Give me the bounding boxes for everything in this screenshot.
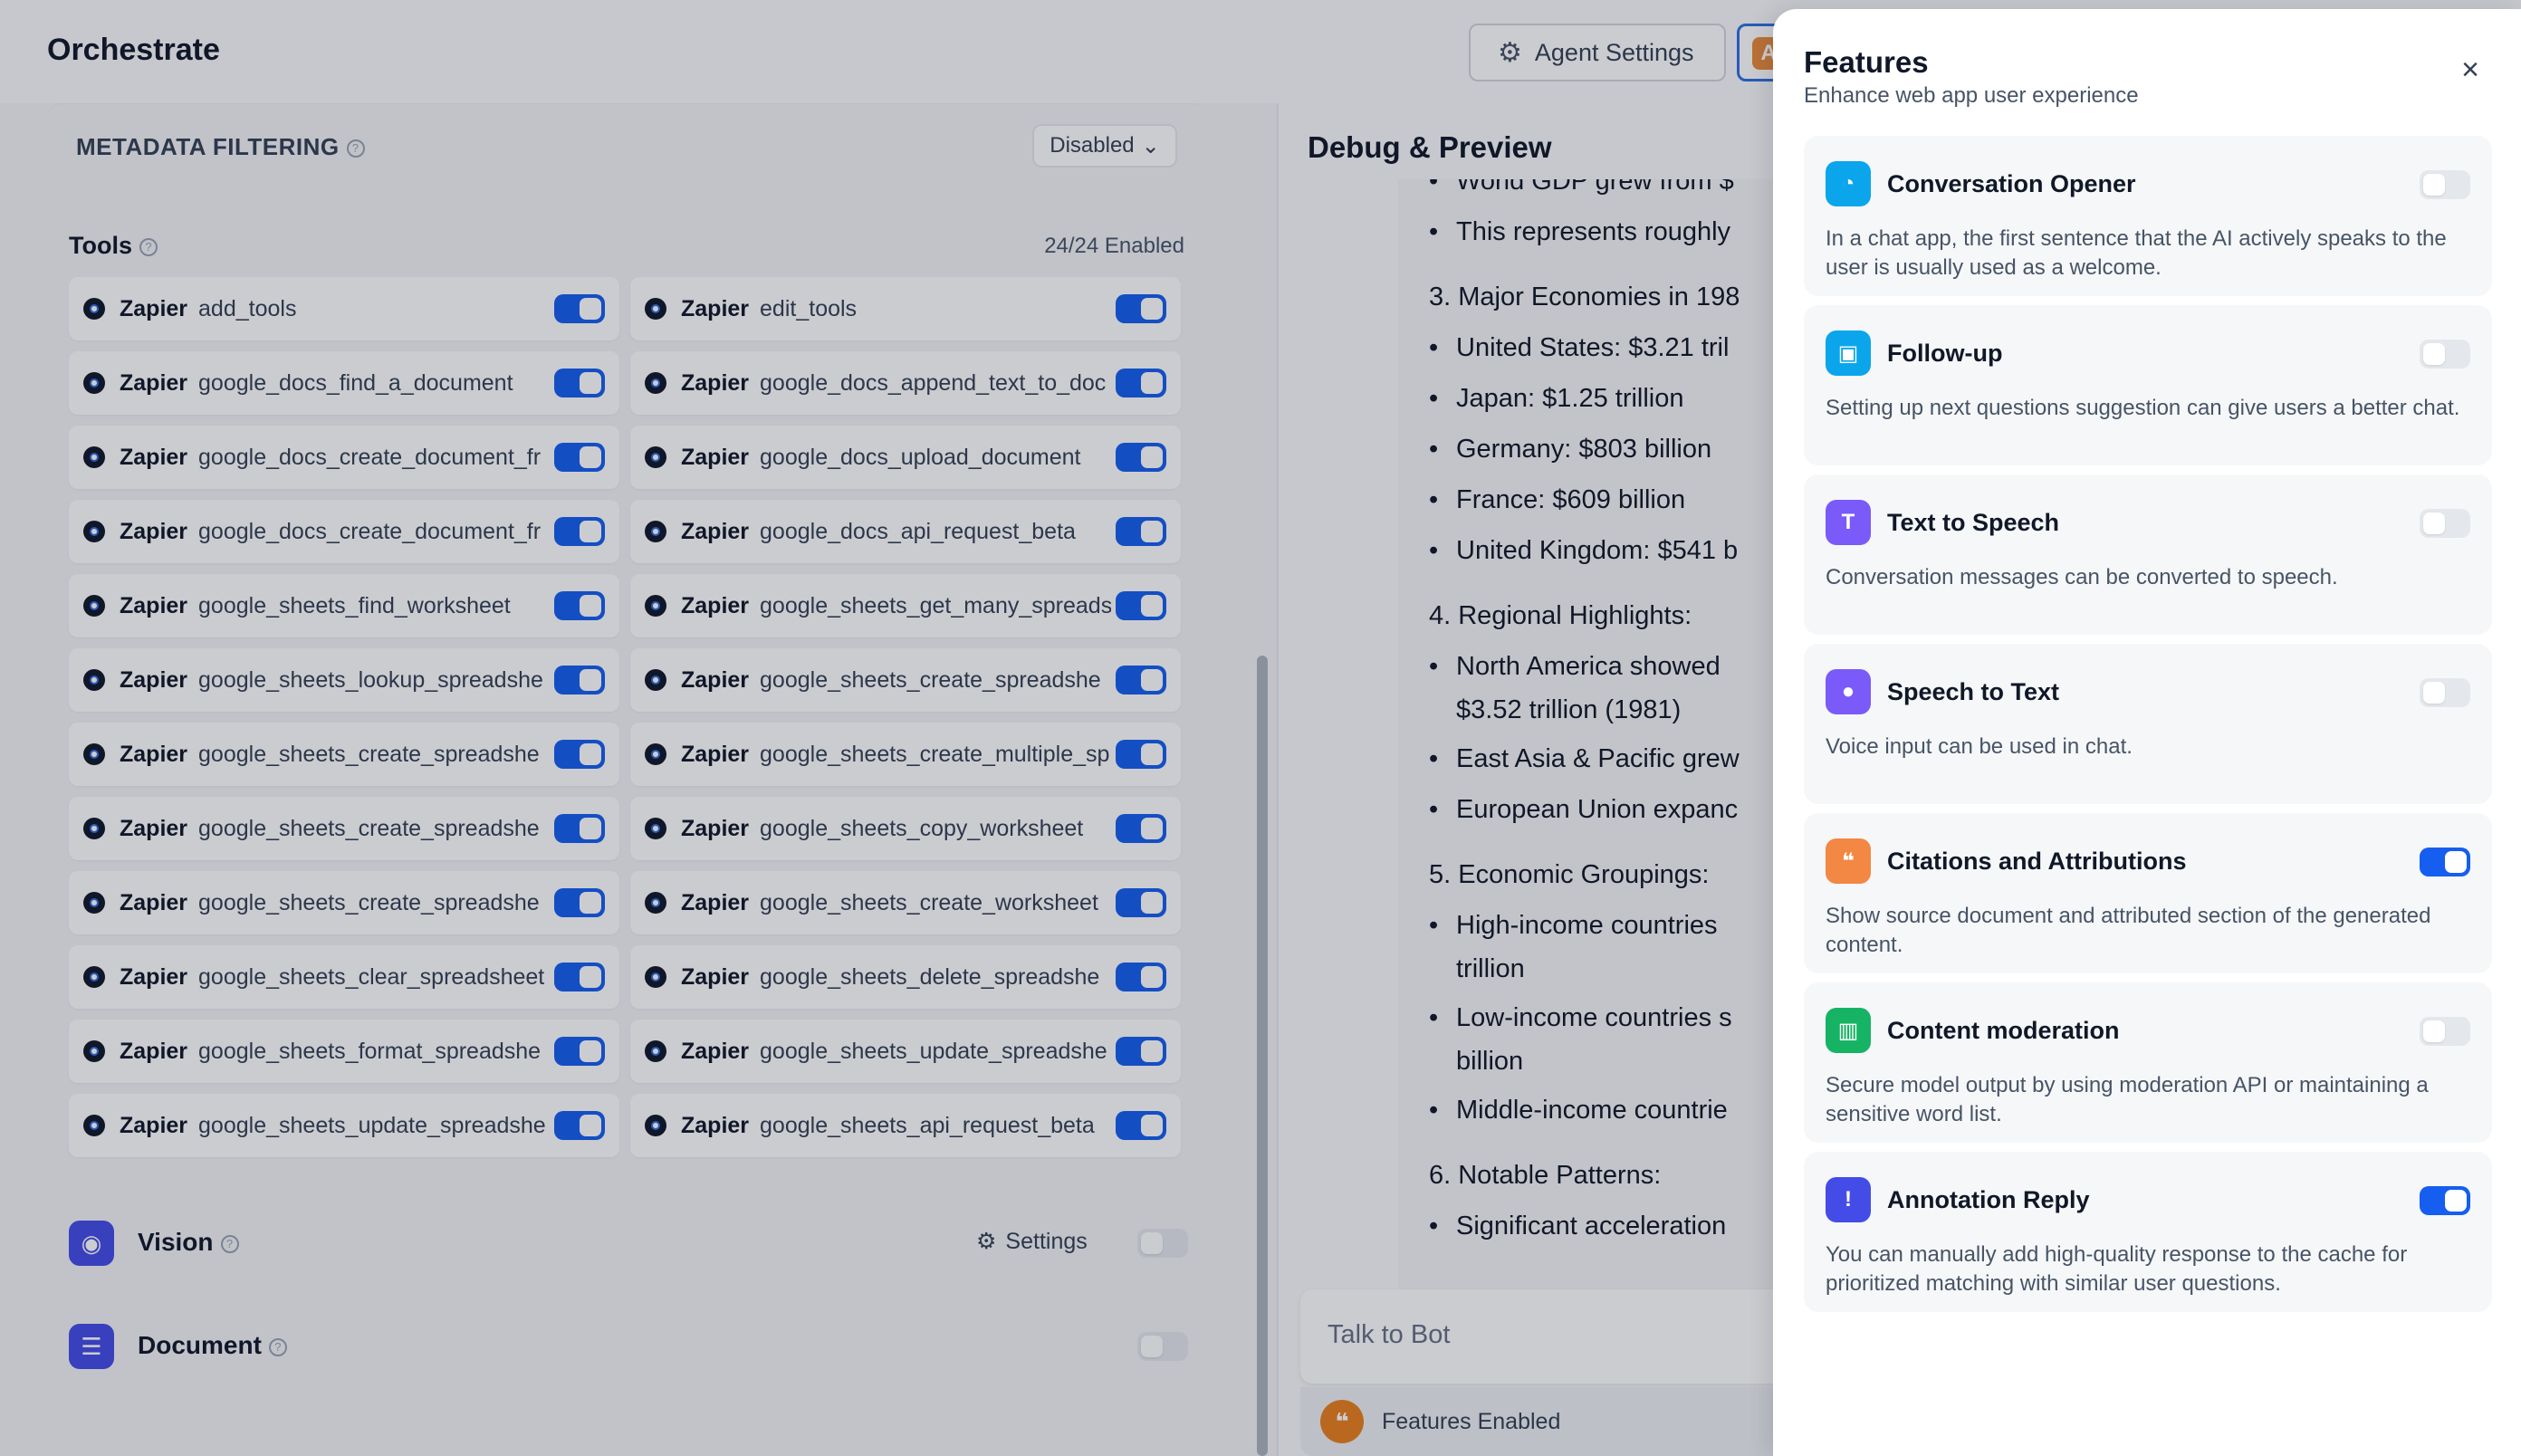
quote-icon: ❝ — [1826, 838, 1871, 884]
text-speech-icon: T — [1826, 500, 1871, 545]
shield-chart-icon: ▥ — [1826, 1008, 1871, 1053]
chat-bubbles-icon: ▣ — [1826, 330, 1871, 376]
message-fast-icon: ! — [1826, 1177, 1871, 1222]
feature-title: Follow-up — [1887, 340, 2003, 367]
feature-description: Voice input can be used in chat. — [1826, 734, 2133, 759]
feature-description: Setting up next questions suggestion can… — [1826, 396, 2460, 420]
chat-bubble-icon: ◔ — [1826, 161, 1871, 206]
feature-card: ▥ Content moderation Secure model output b… — [1804, 982, 2492, 1143]
feature-description: Show source document and attributed sect… — [1826, 904, 2431, 957]
feature-title: Conversation Opener — [1887, 170, 2136, 197]
features-drawer: Features Enhance web app user experience… — [1773, 9, 2521, 1456]
feature-title: Speech to Text — [1887, 678, 2060, 705]
feature-title: Citations and Attributions — [1887, 848, 2187, 875]
feature-card: ! Annotation Reply You can manually add hi… — [1804, 1152, 2492, 1312]
feature-card: ● Speech to Text Voice input can be used i… — [1804, 644, 2492, 804]
feature-list: ◔ Conversation Opener In a chat app, the f… — [1804, 136, 2492, 1321]
feature-toggle[interactable] — [2420, 1017, 2470, 1046]
feature-toggle[interactable] — [2420, 678, 2470, 707]
features-subtitle: Enhance web app user experience — [1804, 83, 2139, 108]
features-title: Features — [1804, 45, 1929, 79]
feature-description: Conversation messages can be converted t… — [1826, 565, 2338, 589]
feature-title: Annotation Reply — [1887, 1186, 2090, 1213]
feature-toggle[interactable] — [2420, 509, 2470, 538]
microphone-icon: ● — [1826, 669, 1871, 714]
feature-card: ▣ Follow-up Setting up next questions sugg… — [1804, 305, 2492, 465]
feature-toggle[interactable] — [2420, 170, 2470, 199]
feature-toggle[interactable] — [2420, 1186, 2470, 1215]
feature-card: ❝ Citations and Attributions Show source d… — [1804, 813, 2492, 973]
feature-toggle[interactable] — [2420, 340, 2470, 369]
feature-title: Text to Speech — [1887, 509, 2060, 536]
feature-description: Secure model output by using moderation … — [1826, 1073, 2429, 1126]
feature-description: In a chat app, the first sentence that t… — [1826, 226, 2447, 280]
feature-card: T Text to Speech Conversation messages can… — [1804, 474, 2492, 635]
feature-description: You can manually add high-quality respon… — [1826, 1242, 2408, 1296]
close-icon[interactable]: × — [2454, 54, 2487, 87]
feature-card: ◔ Conversation Opener In a chat app, the f… — [1804, 136, 2492, 296]
feature-toggle[interactable] — [2420, 848, 2470, 876]
feature-title: Content moderation — [1887, 1017, 2120, 1044]
